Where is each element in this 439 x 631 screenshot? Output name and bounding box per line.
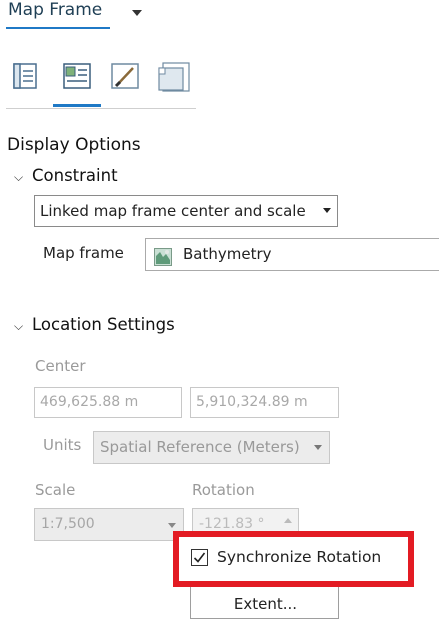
units-value: Spatial Reference (Meters) [100,438,300,456]
map-frame-icon [154,246,172,266]
display-options-icon[interactable] [63,61,91,91]
center-label: Center [35,357,86,375]
rotation-value: -121.83 ° [199,516,265,532]
pane-menu-caret-icon[interactable] [132,10,142,16]
frame-placement-icon[interactable] [157,61,190,92]
active-tab-indicator [53,104,101,107]
dropdown-arrow-icon [314,445,322,450]
map-frame-label: Map frame [43,244,124,262]
pane-title[interactable]: Map Frame [8,0,102,20]
location-settings-group-header[interactable]: ⌵ Location Settings [14,315,175,334]
spin-up-icon[interactable] [284,518,292,523]
dropdown-arrow-icon [168,523,176,528]
constraint-mode-value: Linked map frame center and scale [40,202,306,220]
chevron-down-icon: ⌵ [14,170,24,184]
location-settings-heading: Location Settings [32,315,175,334]
constraint-group-header[interactable]: ⌵ Constraint [14,166,118,185]
symbology-brush-icon[interactable] [111,61,139,91]
checkmark-icon [193,552,206,563]
constraint-heading: Constraint [32,166,118,185]
chevron-down-icon: ⌵ [14,319,24,333]
rotation-label: Rotation [192,481,255,499]
units-dropdown[interactable]: Spatial Reference (Meters) [93,431,330,464]
units-label: Units [43,436,82,454]
center-x-field[interactable]: 469,625.88 m [34,387,182,418]
scale-label: Scale [35,481,76,499]
map-frame-value: Bathymetry [183,245,272,263]
synchronize-rotation-checkbox[interactable] [191,549,208,566]
extent-menu-item[interactable]: Extent... [194,590,337,618]
tab-divider [6,108,196,109]
scale-dropdown[interactable]: 1:7,500 [34,508,184,541]
list-options-icon[interactable] [13,61,39,91]
synchronize-rotation-label[interactable]: Synchronize Rotation [217,548,381,566]
dropdown-arrow-icon [323,208,331,213]
constraint-mode-dropdown[interactable]: Linked map frame center and scale [34,195,338,227]
center-y-field[interactable]: 5,910,324.89 m [190,387,339,418]
scale-value: 1:7,500 [41,516,95,532]
display-options-heading: Display Options [7,135,141,155]
map-frame-field[interactable]: Bathymetry [145,238,439,271]
pane-title-underline [6,27,110,29]
